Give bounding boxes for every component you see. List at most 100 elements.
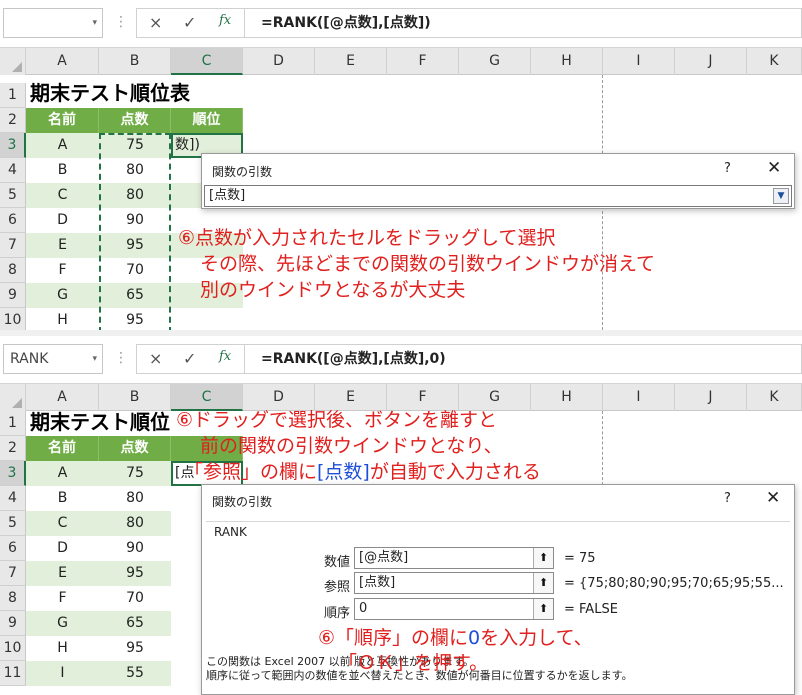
header-cell-rank[interactable]: 順位 bbox=[171, 108, 243, 133]
col-header-k[interactable]: K bbox=[747, 384, 802, 411]
close-icon[interactable]: ✕ bbox=[767, 158, 781, 178]
header-cell-score[interactable]: 点数 bbox=[99, 108, 171, 133]
col-header-a[interactable]: A bbox=[26, 48, 99, 75]
row-header-4[interactable]: 4 bbox=[0, 486, 26, 511]
row-header-7[interactable]: 7 bbox=[0, 233, 26, 258]
table-cell-name[interactable]: D bbox=[26, 536, 99, 561]
enter-icon[interactable]: ✓ bbox=[183, 349, 196, 368]
arg-input-ref[interactable]: [点数] ⬆ bbox=[354, 572, 554, 594]
row-header-6[interactable]: 6 bbox=[0, 208, 26, 233]
header-cell-name[interactable]: 名前 bbox=[26, 436, 99, 461]
row-header-1[interactable]: 1 bbox=[0, 411, 26, 436]
col-header-a[interactable]: A bbox=[26, 384, 99, 411]
annotation-text: 「参照」の欄に[点数]が自動で入力される bbox=[184, 461, 541, 483]
table-cell-name[interactable]: G bbox=[26, 283, 99, 308]
row-header-11[interactable]: 11 bbox=[0, 661, 26, 686]
table-cell-name[interactable]: F bbox=[26, 586, 99, 611]
header-cell-name[interactable]: 名前 bbox=[26, 108, 99, 133]
chevron-down-icon[interactable]: ▾ bbox=[92, 9, 97, 37]
col-header-i[interactable]: I bbox=[603, 48, 675, 75]
row-header-5[interactable]: 5 bbox=[0, 511, 26, 536]
function-arguments-dialog: 関数の引数 ? ✕ RANK 数値 [@点数] ⬆ = 75 参照 [点数] ⬆ =… bbox=[201, 484, 795, 695]
chevron-down-icon[interactable]: ▾ bbox=[92, 345, 97, 373]
name-box[interactable]: ▾ bbox=[3, 8, 103, 38]
row-header-2[interactable]: 2 bbox=[0, 436, 26, 461]
sheet-title[interactable]: 期末テスト順位 bbox=[30, 410, 170, 435]
cancel-icon[interactable]: × bbox=[149, 349, 162, 368]
help-icon[interactable]: ? bbox=[724, 161, 731, 176]
table-cell-score[interactable]: 65 bbox=[99, 611, 171, 636]
col-header-j[interactable]: J bbox=[675, 48, 747, 75]
collapse-dialog-icon[interactable]: ⬆ bbox=[533, 599, 553, 619]
col-header-g[interactable]: G bbox=[459, 48, 531, 75]
name-box[interactable]: RANK ▾ bbox=[3, 344, 103, 374]
col-header-c[interactable]: C bbox=[171, 48, 243, 75]
col-header-b[interactable]: B bbox=[99, 384, 171, 411]
insert-function-icon[interactable]: fx bbox=[219, 13, 231, 28]
row-header-4[interactable]: 4 bbox=[0, 158, 26, 183]
table-cell-name[interactable]: A bbox=[26, 133, 99, 158]
table-cell-score[interactable]: 70 bbox=[99, 586, 171, 611]
col-header-b[interactable]: B bbox=[99, 48, 171, 75]
col-header-f[interactable]: F bbox=[387, 48, 459, 75]
table-cell-name[interactable]: A bbox=[26, 461, 99, 486]
table-cell-name[interactable]: F bbox=[26, 258, 99, 283]
table-cell-name[interactable]: B bbox=[26, 486, 99, 511]
table-cell-score[interactable]: 80 bbox=[99, 511, 171, 536]
row-header-9[interactable]: 9 bbox=[0, 283, 26, 308]
insert-function-icon[interactable]: fx bbox=[219, 349, 231, 364]
table-cell-name[interactable]: I bbox=[26, 661, 99, 686]
table-cell-score[interactable]: 75 bbox=[99, 461, 171, 486]
arg-input-number[interactable]: [@点数] ⬆ bbox=[354, 547, 554, 569]
table-cell-name[interactable]: H bbox=[26, 308, 99, 330]
table-cell-name[interactable]: D bbox=[26, 208, 99, 233]
arg-input-order[interactable]: 0 ⬆ bbox=[354, 598, 554, 620]
collapse-dialog-icon[interactable]: ⬆ bbox=[533, 548, 553, 568]
header-cell-score[interactable]: 点数 bbox=[99, 436, 171, 461]
select-all-corner[interactable] bbox=[0, 48, 26, 75]
col-header-h[interactable]: H bbox=[531, 384, 603, 411]
row-header-1[interactable]: 1 bbox=[0, 83, 26, 108]
row-header-10[interactable]: 10 bbox=[0, 636, 26, 661]
row-header-2[interactable]: 2 bbox=[0, 108, 26, 133]
col-header-e[interactable]: E bbox=[315, 48, 387, 75]
row-header-8[interactable]: 8 bbox=[0, 258, 26, 283]
row-header-7[interactable]: 7 bbox=[0, 561, 26, 586]
expand-dialog-icon[interactable]: ▼ bbox=[773, 188, 789, 204]
row-header-6[interactable]: 6 bbox=[0, 536, 26, 561]
table-cell-name[interactable]: H bbox=[26, 636, 99, 661]
formula-input[interactable]: =RANK([@点数],[点数],0) bbox=[244, 344, 802, 374]
row-header-5[interactable]: 5 bbox=[0, 183, 26, 208]
help-icon[interactable]: ? bbox=[724, 491, 731, 506]
col-header-d[interactable]: D bbox=[243, 48, 315, 75]
row-header-8[interactable]: 8 bbox=[0, 586, 26, 611]
table-cell-name[interactable]: B bbox=[26, 158, 99, 183]
col-header-h[interactable]: H bbox=[531, 48, 603, 75]
close-icon[interactable]: ✕ bbox=[766, 488, 780, 508]
col-header-j[interactable]: J bbox=[675, 384, 747, 411]
row-header-10[interactable]: 10 bbox=[0, 308, 26, 330]
arg-result-order: = FALSE bbox=[564, 602, 618, 617]
table-cell-name[interactable]: C bbox=[26, 511, 99, 536]
cancel-icon[interactable]: × bbox=[149, 13, 162, 32]
col-header-i[interactable]: I bbox=[603, 384, 675, 411]
row-header-3[interactable]: 3 bbox=[0, 133, 26, 158]
table-cell-name[interactable]: C bbox=[26, 183, 99, 208]
formula-input[interactable]: =RANK([@点数],[点数]) bbox=[244, 8, 802, 38]
table-cell-name[interactable]: G bbox=[26, 611, 99, 636]
table-cell-name[interactable]: E bbox=[26, 561, 99, 586]
collapse-dialog-icon[interactable]: ⬆ bbox=[533, 573, 553, 593]
table-cell-score[interactable]: 90 bbox=[99, 536, 171, 561]
table-cell-score[interactable]: 55 bbox=[99, 661, 171, 686]
row-header-9[interactable]: 9 bbox=[0, 611, 26, 636]
reference-input[interactable]: [点数] bbox=[204, 185, 792, 207]
table-cell-score[interactable]: 95 bbox=[99, 636, 171, 661]
enter-icon[interactable]: ✓ bbox=[183, 13, 196, 32]
row-header-3[interactable]: 3 bbox=[0, 461, 26, 486]
table-cell-name[interactable]: E bbox=[26, 233, 99, 258]
table-cell-score[interactable]: 80 bbox=[99, 486, 171, 511]
sheet-title[interactable]: 期末テスト順位表 bbox=[30, 81, 190, 106]
table-cell-score[interactable]: 95 bbox=[99, 561, 171, 586]
col-header-k[interactable]: K bbox=[747, 48, 802, 75]
select-all-corner[interactable] bbox=[0, 384, 26, 411]
